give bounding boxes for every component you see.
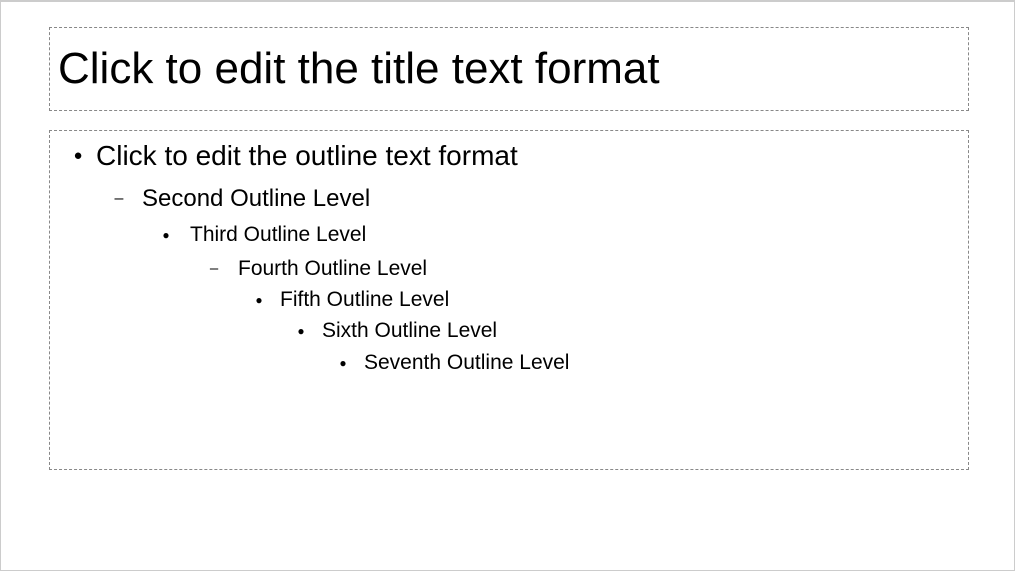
bullet-dot-icon: ●	[142, 227, 190, 243]
outline-level-6[interactable]: ● Sixth Outline Level	[280, 317, 958, 345]
outline-placeholder-box[interactable]: ● Click to edit the outline text format …	[49, 130, 969, 470]
outline-level-1[interactable]: ● Click to edit the outline text format	[60, 137, 958, 175]
title-placeholder-box[interactable]: Click to edit the title text format	[49, 27, 969, 111]
outline-level-7-text: Seventh Outline Level	[364, 349, 569, 377]
bullet-dot-icon: ●	[322, 355, 364, 371]
outline-level-5-text: Fifth Outline Level	[280, 286, 449, 314]
outline-level-5[interactable]: ● Fifth Outline Level	[238, 286, 958, 314]
outline-level-2[interactable]: – Second Outline Level	[96, 183, 958, 215]
outline-level-1-text: Click to edit the outline text format	[96, 137, 518, 175]
bullet-dash-icon: –	[190, 259, 238, 279]
bullet-dot-icon: ●	[238, 292, 280, 308]
outline-level-6-text: Sixth Outline Level	[322, 317, 497, 345]
bullet-dot-icon: ●	[280, 323, 322, 339]
outline-level-3-text: Third Outline Level	[190, 221, 366, 249]
outline-level-7[interactable]: ● Seventh Outline Level	[322, 349, 958, 377]
outline-level-3[interactable]: ● Third Outline Level	[142, 221, 958, 249]
title-placeholder-text: Click to edit the title text format	[58, 45, 660, 93]
outline-level-2-text: Second Outline Level	[142, 183, 370, 215]
outline-level-4[interactable]: – Fourth Outline Level	[190, 255, 958, 283]
outline-level-4-text: Fourth Outline Level	[238, 255, 427, 283]
bullet-dash-icon: –	[96, 188, 142, 210]
bullet-dot-icon: ●	[60, 146, 96, 166]
